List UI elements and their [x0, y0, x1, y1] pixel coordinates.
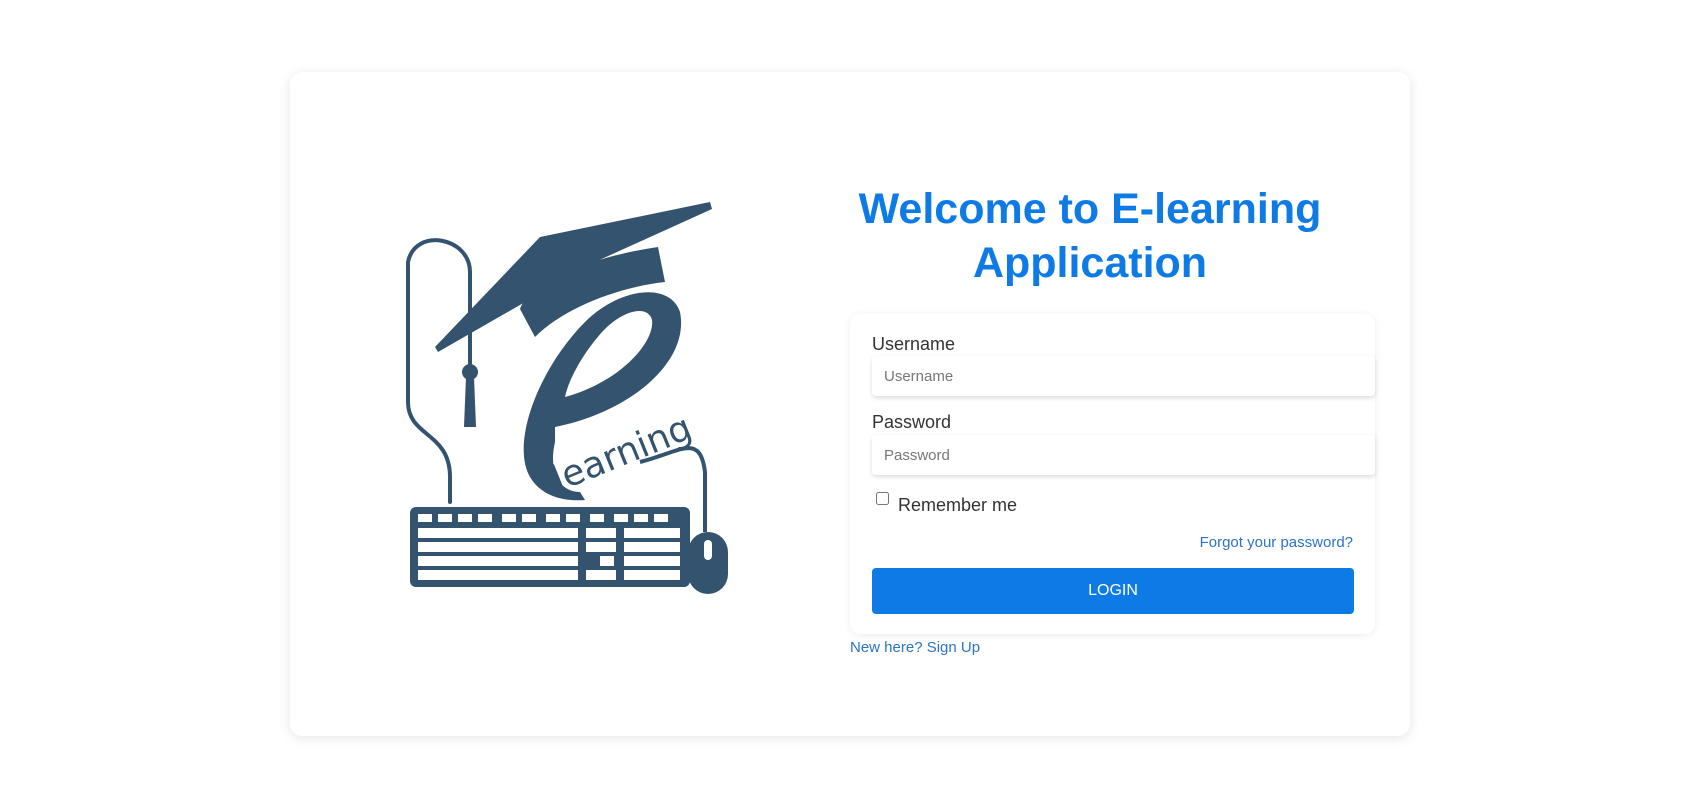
password-label: Password: [872, 412, 952, 432]
forgot-password-link[interactable]: Forgot your password?: [1200, 534, 1353, 551]
page-title: Welcome to E-learning Application: [858, 185, 1322, 287]
login-form: Username Password Remember me Forgot you…: [850, 314, 1375, 634]
login-button[interactable]: LOGIN: [872, 568, 1354, 614]
elearning-logo: learning: [390, 202, 770, 602]
remember-me-checkbox[interactable]: [876, 492, 889, 505]
password-input[interactable]: [872, 435, 1375, 475]
remember-me-label[interactable]: Remember me: [898, 495, 1017, 516]
login-card: learning Welcome to E-learning Applicati…: [290, 72, 1410, 736]
username-label: Username: [872, 334, 956, 354]
username-input[interactable]: [872, 356, 1375, 396]
signup-link[interactable]: New here? Sign Up: [850, 639, 980, 656]
